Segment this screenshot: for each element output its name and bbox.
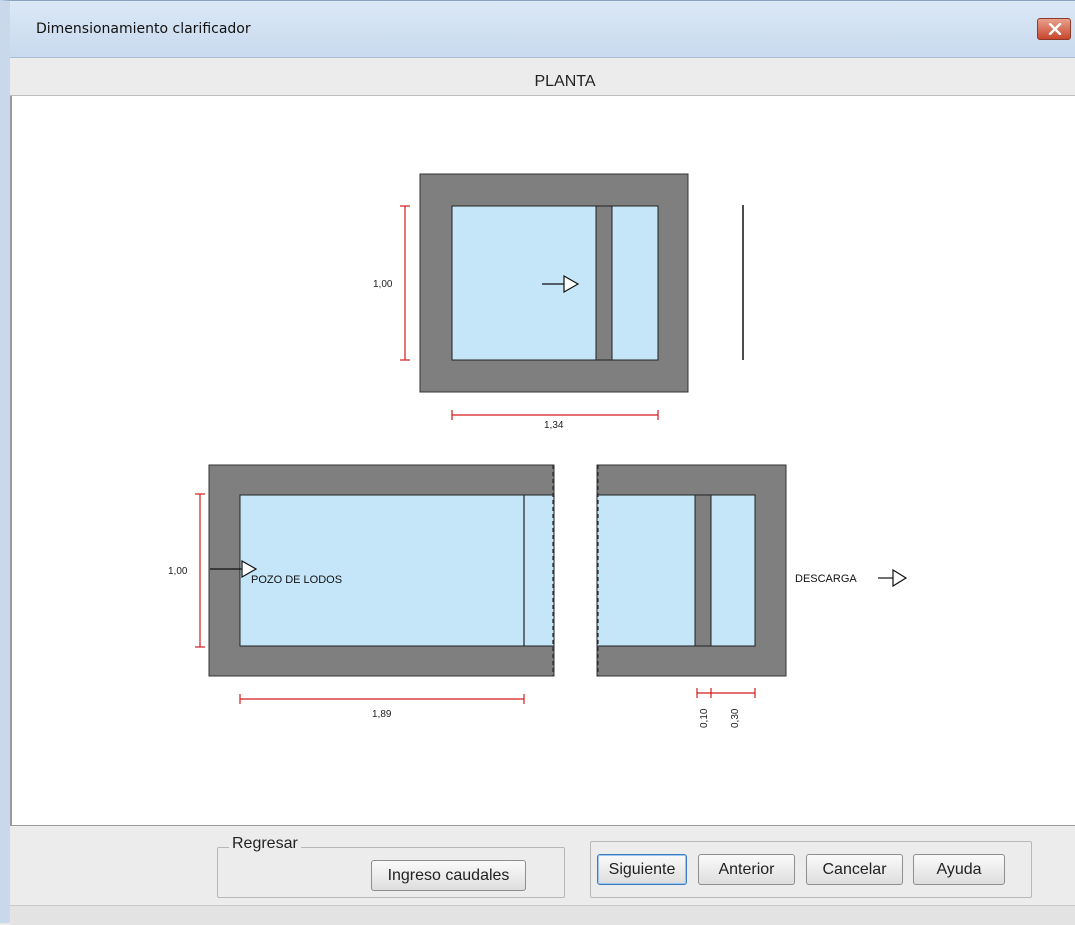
back-to-flows-button[interactable]: Ingreso caudales <box>371 860 526 891</box>
help-button[interactable]: Ayuda <box>913 854 1005 885</box>
drawing-canvas: 1,00 1,34 POZO DE LODOS 1,00 1,89 DESCAR… <box>10 96 1075 826</box>
close-button[interactable] <box>1037 18 1071 40</box>
baffle-dimension <box>696 688 756 698</box>
previous-button[interactable]: Anterior <box>698 854 795 885</box>
clarifier-plan-drawing: 1,00 1,34 POZO DE LODOS 1,00 1,89 DESCAR… <box>168 173 908 728</box>
baffle-width-label: 0,10 <box>699 708 710 728</box>
next-button[interactable]: Siguiente <box>597 854 687 885</box>
bottom-height-dimension <box>195 493 205 648</box>
outlet-arrow-icon <box>878 568 908 588</box>
status-strip <box>10 905 1075 925</box>
window-title: Dimensionamiento clarificador <box>36 21 251 37</box>
top-width-dimension <box>451 410 659 420</box>
outlet-zone-label: 0,30 <box>730 708 741 728</box>
title-bar[interactable]: Dimensionamiento clarificador <box>10 1 1075 58</box>
bottom-width-label: 1,89 <box>372 709 392 720</box>
outlet-baffle <box>694 494 712 647</box>
outlet-label: DESCARGA <box>795 573 857 585</box>
dialog-window: Dimensionamiento clarificador PLANTA 1,0… <box>0 0 1075 925</box>
top-baffle <box>595 205 613 361</box>
bottom-left-view: POZO DE LODOS 1,00 1,89 <box>168 464 555 720</box>
plan-header: PLANTA <box>10 58 1075 96</box>
return-group-label: Regresar <box>229 835 301 853</box>
top-height-dimension <box>400 205 410 361</box>
top-height-label: 1,00 <box>373 279 393 290</box>
top-view: 1,00 1,34 <box>373 173 744 431</box>
top-width-label: 1,34 <box>544 420 564 431</box>
top-tank-water <box>451 205 659 361</box>
plan-title: PLANTA <box>534 73 596 90</box>
navigation-bar: Regresar Ingreso caudales Siguiente Ante… <box>10 827 1075 905</box>
cancel-button[interactable]: Cancelar <box>806 854 903 885</box>
bottom-right-view: DESCARGA 0,10 0,30 <box>596 464 908 728</box>
bottom-height-label: 1,00 <box>168 566 188 577</box>
inlet-label: POZO DE LODOS <box>251 574 342 586</box>
outlet-tank-water <box>596 494 756 647</box>
sludge-tank-water <box>239 494 555 647</box>
close-icon <box>1048 23 1062 35</box>
bottom-width-dimension <box>239 694 525 704</box>
